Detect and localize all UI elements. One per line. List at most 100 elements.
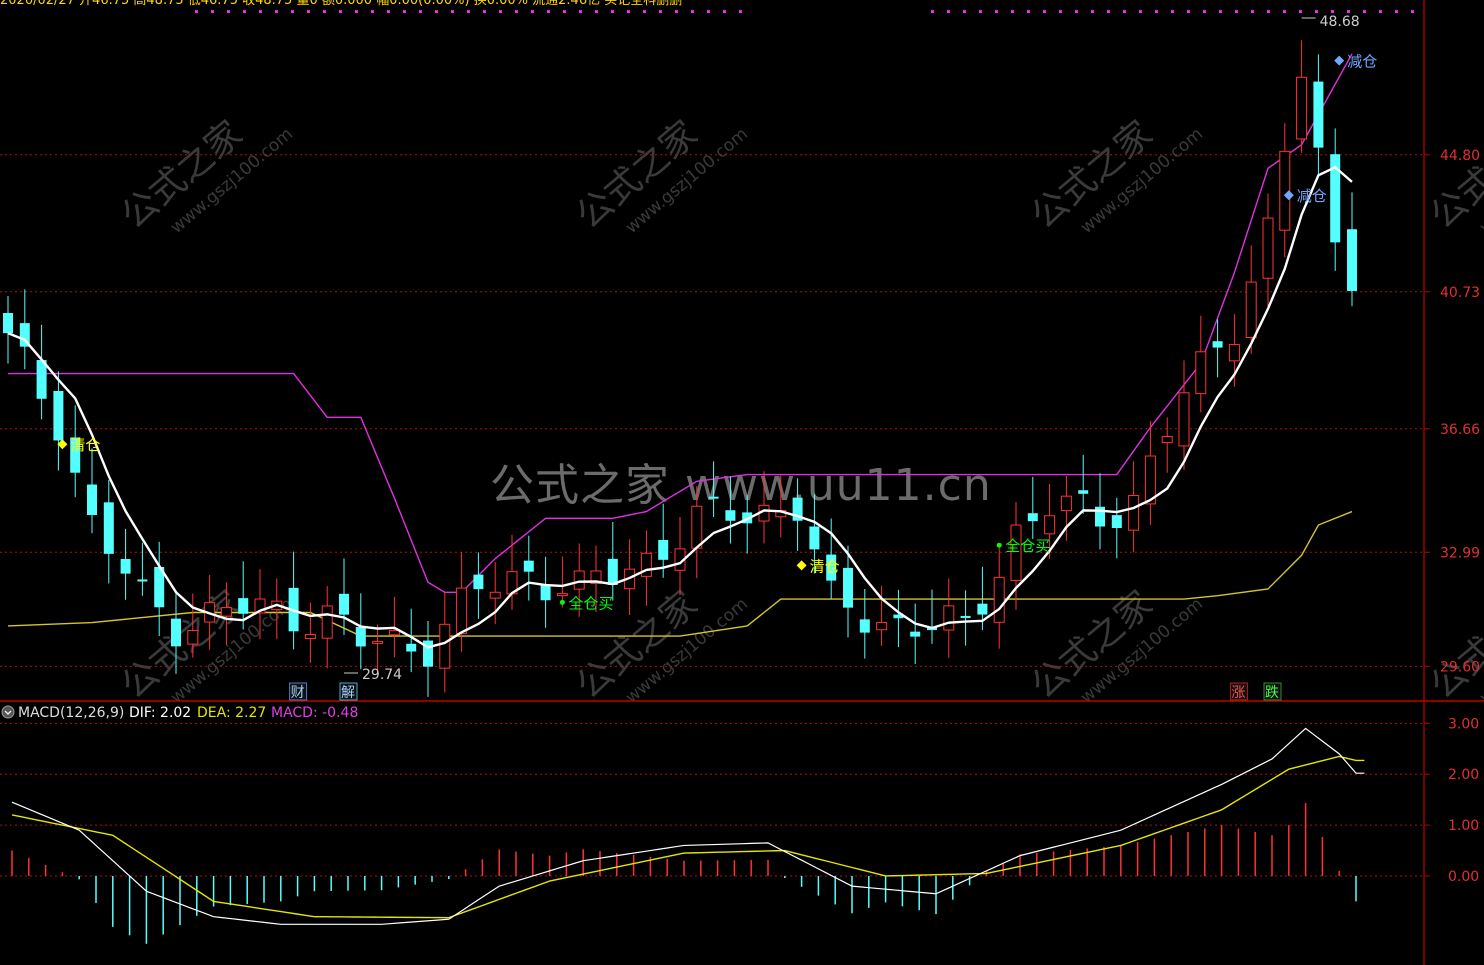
top-marker-dot bbox=[1347, 10, 1350, 13]
top-marker-dot bbox=[1331, 10, 1334, 13]
candle-body-up bbox=[1296, 76, 1308, 140]
candle-body-down bbox=[53, 391, 64, 441]
quote-header: 2020/02/27 开46.75 高48.75 低46.75 收48.75 量… bbox=[0, 0, 682, 8]
candle-body-down bbox=[1078, 490, 1089, 494]
top-marker-dot bbox=[1411, 10, 1414, 13]
macd-tick-label: 2.00 bbox=[1448, 767, 1479, 783]
candle-body-up bbox=[388, 630, 400, 636]
event-badge-label: 财 bbox=[291, 685, 305, 701]
candle-body-up bbox=[1262, 217, 1274, 279]
top-marker-dot bbox=[243, 10, 246, 13]
top-marker-dot bbox=[675, 10, 678, 13]
top-marker-dot bbox=[1091, 10, 1094, 13]
top-marker-dot bbox=[995, 10, 998, 13]
candle-body-down bbox=[977, 603, 988, 615]
candle-body-down bbox=[1313, 81, 1324, 148]
top-marker-dot bbox=[1075, 10, 1078, 13]
candle-body-up bbox=[220, 607, 232, 617]
watermark-big: 公式之家 www.uu11.cn bbox=[490, 460, 992, 511]
top-marker-dot bbox=[499, 10, 502, 13]
top-marker-dot bbox=[195, 10, 198, 13]
candle-body-down bbox=[36, 360, 47, 399]
candle-body-up bbox=[489, 591, 501, 599]
top-marker-dot bbox=[211, 10, 214, 13]
candle-body-up bbox=[1044, 515, 1056, 535]
top-marker-dot bbox=[371, 10, 374, 13]
high-price-label: 48.68 bbox=[1320, 14, 1360, 30]
candle-body-up bbox=[943, 605, 955, 631]
main-tick-label: 29.60 bbox=[1440, 659, 1480, 675]
main-tick-label: 44.80 bbox=[1440, 148, 1480, 164]
candle-body-down bbox=[809, 526, 820, 550]
candle-body-down bbox=[910, 631, 921, 637]
candle-body-up bbox=[187, 629, 199, 645]
candle-body-down bbox=[859, 619, 870, 633]
top-marker-dot bbox=[963, 10, 966, 13]
top-marker-dot bbox=[259, 10, 262, 13]
candle-body-up bbox=[1195, 351, 1207, 395]
top-marker-dot bbox=[451, 10, 454, 13]
circle-toggle-icon[interactable] bbox=[1, 705, 15, 719]
top-marker-dot bbox=[1219, 10, 1222, 13]
reduce-signal-label: 减仓 bbox=[1297, 187, 1327, 205]
top-marker-dot bbox=[291, 10, 294, 13]
candle-body-up bbox=[993, 576, 1005, 623]
top-marker-dot bbox=[323, 10, 326, 13]
top-marker-dot bbox=[627, 10, 630, 13]
dif-label: DIF: 2.02 bbox=[129, 705, 191, 721]
top-marker-dot bbox=[611, 10, 614, 13]
clear-signal-label: 清仓 bbox=[810, 557, 840, 575]
candle-body-down bbox=[708, 496, 719, 499]
top-marker-dot bbox=[1379, 10, 1382, 13]
macd-tick-label: 3.00 bbox=[1448, 716, 1479, 732]
candle-body-down bbox=[1212, 341, 1223, 348]
candle-body-up bbox=[1060, 495, 1072, 512]
buy-signal-marker bbox=[559, 599, 565, 605]
top-marker-dot bbox=[723, 10, 726, 13]
event-badge-label: 解 bbox=[341, 685, 355, 701]
candle-body-down bbox=[339, 593, 349, 615]
main-tick-label: 36.66 bbox=[1440, 422, 1480, 438]
candle-body-down bbox=[960, 615, 971, 618]
top-marker-dot bbox=[1059, 10, 1062, 13]
candle-body-up bbox=[1161, 435, 1173, 444]
buy-signal-marker bbox=[996, 542, 1002, 548]
top-marker-dot bbox=[1395, 10, 1398, 13]
top-marker-dot bbox=[1299, 10, 1302, 13]
candle-body-up bbox=[439, 623, 451, 669]
candle-body-down bbox=[540, 584, 551, 601]
top-marker-dot bbox=[467, 10, 470, 13]
main-tick-label: 32.99 bbox=[1440, 545, 1480, 561]
candle-body-up bbox=[321, 605, 333, 639]
candle-body-down bbox=[238, 598, 249, 614]
top-marker-dot bbox=[1363, 10, 1366, 13]
top-marker-dot bbox=[403, 10, 406, 13]
macd-tick-label: 1.00 bbox=[1448, 818, 1479, 834]
top-marker-dot bbox=[339, 10, 342, 13]
candle-body-up bbox=[456, 587, 468, 634]
top-marker-dot bbox=[547, 10, 550, 13]
top-marker-dot bbox=[1203, 10, 1206, 13]
candle-body-down bbox=[725, 510, 736, 521]
indicator-name: MACD(12,26,9) bbox=[18, 705, 124, 721]
candle-body-up bbox=[1245, 281, 1257, 338]
macd-tick-label: 0.00 bbox=[1448, 869, 1479, 885]
candle-body-up bbox=[876, 621, 888, 631]
candle-body-down bbox=[1347, 229, 1357, 291]
buy-signal-label: 全仓买 bbox=[1005, 537, 1050, 555]
candle-body-up bbox=[1228, 344, 1240, 362]
top-marker-dot bbox=[931, 10, 934, 13]
top-marker-dot bbox=[643, 10, 646, 13]
candle-body-up bbox=[304, 633, 316, 639]
candle-body-down bbox=[87, 484, 97, 516]
top-marker-dot bbox=[1315, 10, 1318, 13]
top-marker-dot bbox=[355, 10, 358, 13]
candle-body-down bbox=[171, 618, 181, 647]
candle-body-down bbox=[473, 574, 484, 590]
candle-body-down bbox=[406, 643, 417, 652]
top-marker-dot bbox=[1171, 10, 1174, 13]
indicator-title-row: MACD(12,26,9) DIF: 2.02 DEA: 2.27 MACD: … bbox=[1, 705, 358, 721]
candle-body-down bbox=[137, 579, 148, 582]
top-marker-dot bbox=[1251, 10, 1254, 13]
top-marker-dot bbox=[691, 10, 694, 13]
